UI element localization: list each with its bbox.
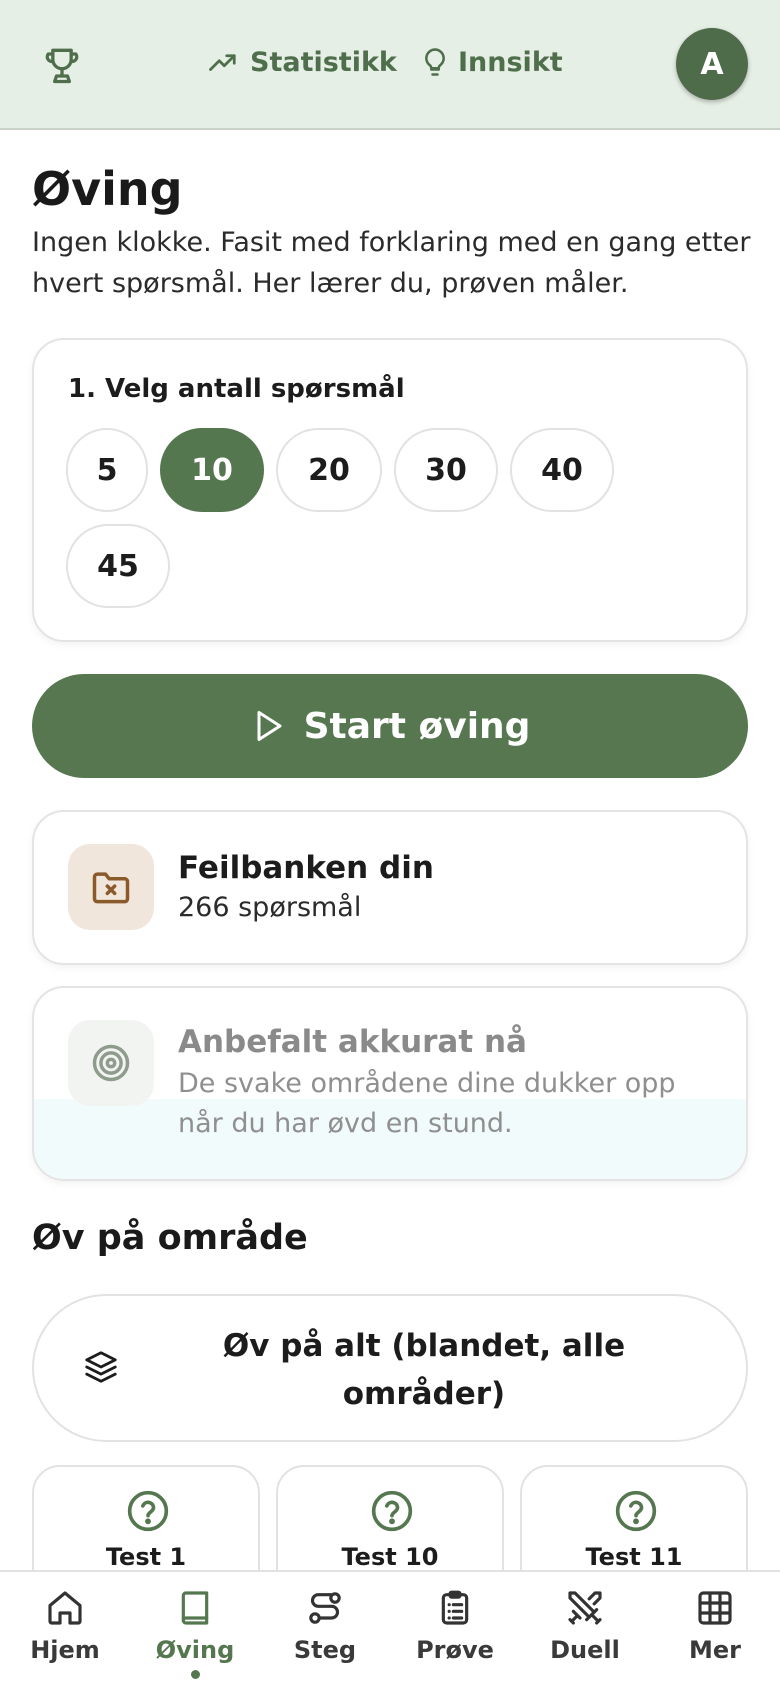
home-icon: [48, 1591, 82, 1625]
count-option-20[interactable]: 20: [276, 428, 382, 512]
nav-label-mer: Mer: [689, 1636, 741, 1664]
avatar[interactable]: A: [676, 28, 748, 100]
bottom-nav: Hjem Øving Steg Prøve Duell Mer: [0, 1570, 780, 1688]
grid-icon: [698, 1591, 732, 1625]
page-subtitle: Ingen klokke. Fasit med forklaring med e…: [32, 227, 751, 299]
question-count-label: 1. Velg antall spørsmål: [68, 374, 405, 404]
count-option-40[interactable]: 40: [510, 428, 614, 512]
lightbulb-icon: [425, 48, 445, 76]
swords-icon: [568, 1591, 602, 1625]
target-icon: [92, 1044, 130, 1082]
recommended-icon-box: [68, 1020, 154, 1106]
practice-all-label: Øv på alt (blandet, alle områder): [222, 1328, 626, 1412]
nav-item-mer[interactable]: Mer: [650, 1588, 780, 1678]
recommended-card: Anbefalt akkurat nå De svake områdene di…: [32, 986, 748, 1181]
statistikk-label: Statistikk: [250, 46, 397, 78]
nav-item-prove[interactable]: Prøve: [390, 1588, 520, 1678]
innsikt-label: Innsikt: [458, 46, 563, 78]
topic-label: Test 1: [105, 1543, 187, 1571]
nav-label-oving: Øving: [155, 1636, 235, 1664]
count-option-30[interactable]: 30: [394, 428, 498, 512]
clipboard-icon: [441, 1590, 469, 1625]
start-practice-button[interactable]: Start øving: [32, 674, 748, 778]
question-circle-icon: [126, 1489, 170, 1537]
start-practice-label: Start øving: [303, 705, 531, 747]
nav-item-oving[interactable]: Øving: [130, 1588, 260, 1679]
topic-label: Test 10: [341, 1543, 439, 1571]
page-title: Øving: [32, 162, 183, 216]
nav-label-duell: Duell: [550, 1636, 620, 1664]
folder-x-icon: [92, 872, 130, 904]
trending-up-icon: [209, 54, 236, 71]
areas-section-title: Øv på område: [32, 1218, 308, 1258]
statistikk-link[interactable]: Statistikk: [204, 40, 397, 84]
count-option-45[interactable]: 45: [66, 524, 170, 608]
feilbank-card[interactable]: Feilbanken din 266 spørsmål: [32, 810, 748, 965]
count-option-5[interactable]: 5: [66, 428, 148, 512]
nav-label-hjem: Hjem: [30, 1636, 100, 1664]
question-circle-icon: [614, 1489, 658, 1537]
recommended-text: De svake områdene dine dukker opp når du…: [178, 1068, 676, 1139]
feilbank-title: Feilbanken din: [178, 850, 434, 886]
feilbank-icon-box: [68, 844, 154, 930]
nav-label-steg: Steg: [293, 1636, 357, 1664]
trophy-icon[interactable]: [40, 43, 84, 87]
question-count-card: 1. Velg antall spørsmål 5 10 20 30 40 45: [32, 338, 748, 642]
play-icon: [257, 711, 282, 741]
practice-all-button[interactable]: Øv på alt (blandet, alle områder): [32, 1294, 748, 1442]
nav-item-duell[interactable]: Duell: [520, 1588, 650, 1678]
feilbank-count: 266 spørsmål: [178, 892, 362, 923]
nav-item-hjem[interactable]: Hjem: [0, 1588, 130, 1678]
topic-label: Test 11: [585, 1543, 683, 1571]
book-icon: [181, 1591, 209, 1625]
count-option-10[interactable]: 10: [160, 428, 264, 512]
route-icon: [309, 1592, 341, 1624]
nav-item-steg[interactable]: Steg: [260, 1588, 390, 1678]
top-bar: Statistikk Innsikt A: [0, 0, 780, 130]
layers-icon: [82, 1348, 120, 1390]
question-circle-icon: [370, 1489, 414, 1537]
recommended-title: Anbefalt akkurat nå: [178, 1024, 527, 1060]
innsikt-link[interactable]: Innsikt: [420, 40, 563, 84]
active-indicator-dot: [191, 1670, 200, 1679]
nav-label-prove: Prøve: [416, 1636, 494, 1664]
